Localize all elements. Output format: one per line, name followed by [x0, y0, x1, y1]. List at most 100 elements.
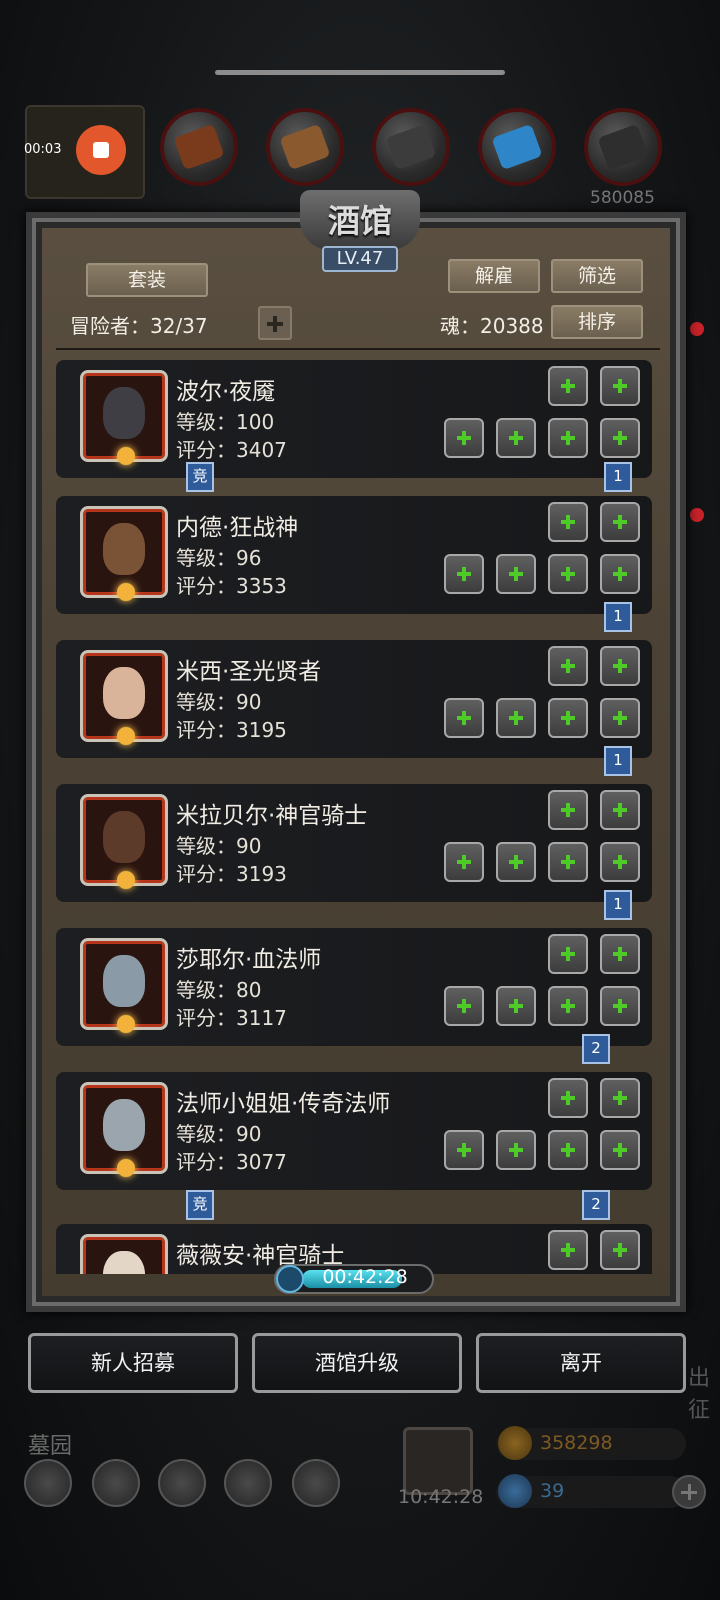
dismiss-button[interactable]: 解雇: [448, 259, 540, 293]
chat-icon[interactable]: [292, 1459, 340, 1507]
hero-card[interactable]: 内德·狂战神 等级：96 评分：3353: [56, 496, 652, 614]
add-icon: [561, 1243, 575, 1257]
equip-slot-accessory[interactable]: [600, 1230, 640, 1270]
equip-slot-armor[interactable]: [496, 418, 536, 458]
add-icon: [613, 1143, 627, 1157]
equip-slot-weapon[interactable]: [444, 986, 484, 1026]
sort-button[interactable]: 排序: [551, 305, 643, 339]
equip-slot-ring[interactable]: [600, 842, 640, 882]
equip-slot-weapon[interactable]: [444, 698, 484, 738]
add-gems-button[interactable]: [672, 1475, 706, 1509]
gift-icon[interactable]: [403, 1427, 473, 1495]
hero-portrait: [80, 938, 168, 1033]
equip-slot-accessory[interactable]: [600, 646, 640, 686]
equip-slot-ring[interactable]: [548, 698, 588, 738]
hero-score: 评分：3193: [176, 862, 287, 886]
equip-slot-accessory[interactable]: [548, 1078, 588, 1118]
hero-list[interactable]: 波尔·夜魇 等级：100 评分：3407 竞 1 内德·狂战神 等级：96 评分…: [56, 356, 660, 1274]
equip-slot-ring[interactable]: [600, 554, 640, 594]
equip-slot-accessory[interactable]: [548, 646, 588, 686]
recruit-button[interactable]: 新人招募: [28, 1333, 238, 1393]
equip-slot-armor[interactable]: [496, 1130, 536, 1170]
screen-record-button[interactable]: [76, 125, 126, 175]
mail-icon[interactable]: [224, 1459, 272, 1507]
add-icon: [561, 1091, 575, 1105]
hero-card[interactable]: 波尔·夜魇 等级：100 评分：3407: [56, 360, 652, 478]
rank-tag: 1: [604, 602, 632, 632]
hero-card[interactable]: 莎耶尔·血法师 等级：80 评分：3117: [56, 928, 652, 1046]
add-icon: [561, 659, 575, 673]
suit-button[interactable]: 套装: [86, 263, 208, 297]
equip-slot-weapon[interactable]: [444, 842, 484, 882]
add-icon: [457, 1143, 471, 1157]
add-icon: [613, 515, 627, 529]
hero-name: 内德·狂战神: [176, 515, 299, 541]
equip-slot-ring[interactable]: [600, 986, 640, 1026]
gift-timer: 10:42:28: [398, 1486, 484, 1508]
equip-slot-accessory[interactable]: [600, 934, 640, 974]
add-icon: [457, 855, 471, 869]
equip-slot-ring[interactable]: [600, 1130, 640, 1170]
equip-slot-accessory[interactable]: [600, 1078, 640, 1118]
hero-name: 法师小姐姐·传奇法师: [176, 1091, 391, 1117]
equip-slot-accessory[interactable]: [600, 502, 640, 542]
top-resource-icon-ore[interactable]: [372, 108, 450, 186]
equip-slot-weapon[interactable]: [444, 418, 484, 458]
equip-slot-ring[interactable]: [548, 1130, 588, 1170]
hero-card[interactable]: 米西·圣光贤者 等级：90 评分：3195: [56, 640, 652, 758]
achievement-icon[interactable]: [92, 1459, 140, 1507]
equip-slot-armor[interactable]: [496, 554, 536, 594]
leave-button[interactable]: 离开: [476, 1333, 686, 1393]
right-edge-text: 出征: [688, 1366, 711, 1423]
equip-slot-weapon[interactable]: [444, 1130, 484, 1170]
add-icon: [457, 431, 471, 445]
moon-icon: [117, 871, 135, 889]
hero-card[interactable]: 法师小姐姐·传奇法师 等级：90 评分：3077: [56, 1072, 652, 1190]
equip-slot-accessory[interactable]: [548, 502, 588, 542]
add-icon: [613, 711, 627, 725]
hero-level: 等级：90: [176, 1122, 262, 1146]
notification-dot: [690, 508, 704, 522]
equip-slot-accessory[interactable]: [548, 1230, 588, 1270]
top-resource-icon-wood[interactable]: [266, 108, 344, 186]
equip-slot-ring[interactable]: [600, 698, 640, 738]
settings-icon[interactable]: [24, 1459, 72, 1507]
add-icon: [509, 567, 523, 581]
equip-slot-accessory[interactable]: [548, 790, 588, 830]
notification-dot: [690, 322, 704, 336]
equip-slot-ring[interactable]: [548, 842, 588, 882]
add-slot-button[interactable]: [258, 306, 292, 340]
top-resource-icon-iron[interactable]: [584, 108, 662, 186]
equip-slot-ring[interactable]: [548, 554, 588, 594]
hero-card[interactable]: 米拉贝尔·神官骑士 等级：90 评分：3193: [56, 784, 652, 902]
equip-slot-accessory[interactable]: [600, 790, 640, 830]
quest-icon[interactable]: [158, 1459, 206, 1507]
equip-slot-weapon[interactable]: [444, 554, 484, 594]
phone-notch-bar: [215, 70, 505, 75]
upgrade-tavern-button[interactable]: 酒馆升级: [252, 1333, 462, 1393]
panel-divider: [56, 348, 660, 350]
equip-slot-ring[interactable]: [600, 418, 640, 458]
add-icon: [561, 379, 575, 393]
top-resource-icon-crystal[interactable]: [478, 108, 556, 186]
top-resource-icon-meat[interactable]: [160, 108, 238, 186]
moon-icon: [117, 1015, 135, 1033]
filter-button[interactable]: 筛选: [551, 259, 643, 293]
equip-slot-accessory[interactable]: [548, 366, 588, 406]
equip-slot-armor[interactable]: [496, 986, 536, 1026]
equip-slot-armor[interactable]: [496, 698, 536, 738]
add-icon: [561, 567, 575, 581]
hero-score: 评分：3353: [176, 574, 287, 598]
equip-slot-accessory[interactable]: [600, 366, 640, 406]
arena-tag: 竞: [186, 1190, 214, 1220]
add-icon: [561, 1143, 575, 1157]
hero-name: 莎耶尔·血法师: [176, 947, 322, 973]
add-icon: [613, 379, 627, 393]
equip-slot-armor[interactable]: [496, 842, 536, 882]
add-icon: [613, 1091, 627, 1105]
equip-slot-accessory[interactable]: [548, 934, 588, 974]
equip-slot-ring[interactable]: [548, 986, 588, 1026]
add-icon: [561, 855, 575, 869]
moon-icon: [117, 727, 135, 745]
equip-slot-ring[interactable]: [548, 418, 588, 458]
